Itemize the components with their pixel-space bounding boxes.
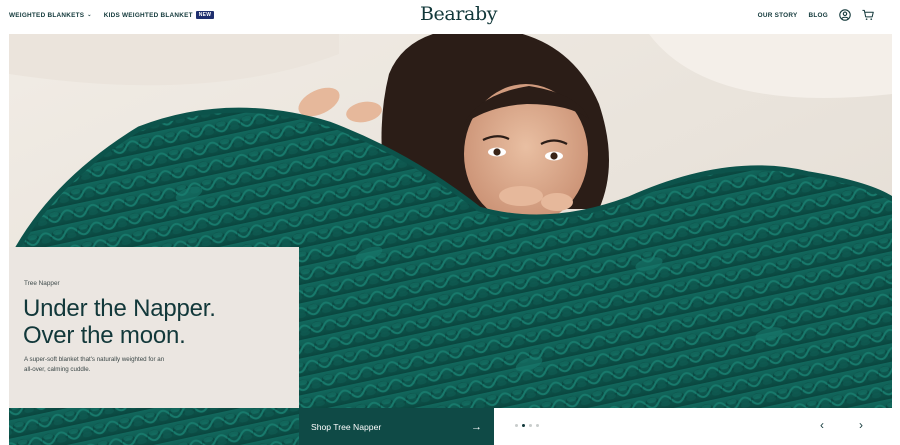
hero-headline-line-1: Under the Napper. (23, 295, 216, 322)
new-badge: NEW (195, 11, 215, 19)
chevron-down-icon: ⌄ (87, 12, 92, 18)
shop-tree-napper-button[interactable]: Shop Tree Napper → (299, 408, 494, 445)
carousel-dot-1[interactable] (515, 424, 518, 427)
hero-text-panel: Tree Napper Under the Napper. Over the m… (9, 247, 299, 408)
nav-kids-weighted-blanket[interactable]: KIDS WEIGHTED BLANKET NEW (104, 11, 215, 19)
nav-weighted-blankets[interactable]: WEIGHTED BLANKETS ⌄ (9, 12, 92, 19)
brand-logo[interactable]: Bearaby (420, 3, 497, 25)
carousel-dot-4[interactable] (536, 424, 539, 427)
nav-our-story[interactable]: OUR STORY (758, 12, 798, 19)
carousel-dot-3[interactable] (529, 424, 532, 427)
carousel-dots (515, 424, 539, 427)
hero-subcopy: A super-soft blanket that's naturally we… (24, 356, 165, 373)
nav-kids-label: KIDS WEIGHTED BLANKET (103, 11, 193, 19)
hero-headline: Under the Napper. Over the moon. (23, 295, 216, 349)
nav-blog[interactable]: BLOG (809, 12, 828, 19)
nav-weighted-blankets-label: WEIGHTED BLANKETS (9, 11, 85, 19)
arrow-right-icon: → (471, 420, 482, 433)
site-header: WEIGHTED BLANKETS ⌄ KIDS WEIGHTED BLANKE… (0, 0, 900, 32)
account-icon[interactable] (839, 9, 851, 21)
primary-nav: WEIGHTED BLANKETS ⌄ KIDS WEIGHTED BLANKE… (9, 0, 215, 30)
carousel-dot-2[interactable] (522, 424, 525, 427)
chevron-left-icon[interactable]: ‹ (820, 419, 824, 431)
cart-icon[interactable] (862, 9, 874, 21)
secondary-nav: OUR STORY BLOG (758, 0, 874, 30)
hero-eyebrow: Tree Napper (24, 280, 60, 287)
chevron-right-icon[interactable]: › (859, 419, 863, 431)
shop-button-label: Shop Tree Napper (311, 421, 382, 432)
hero-headline-line-2: Over the moon. (23, 322, 186, 349)
